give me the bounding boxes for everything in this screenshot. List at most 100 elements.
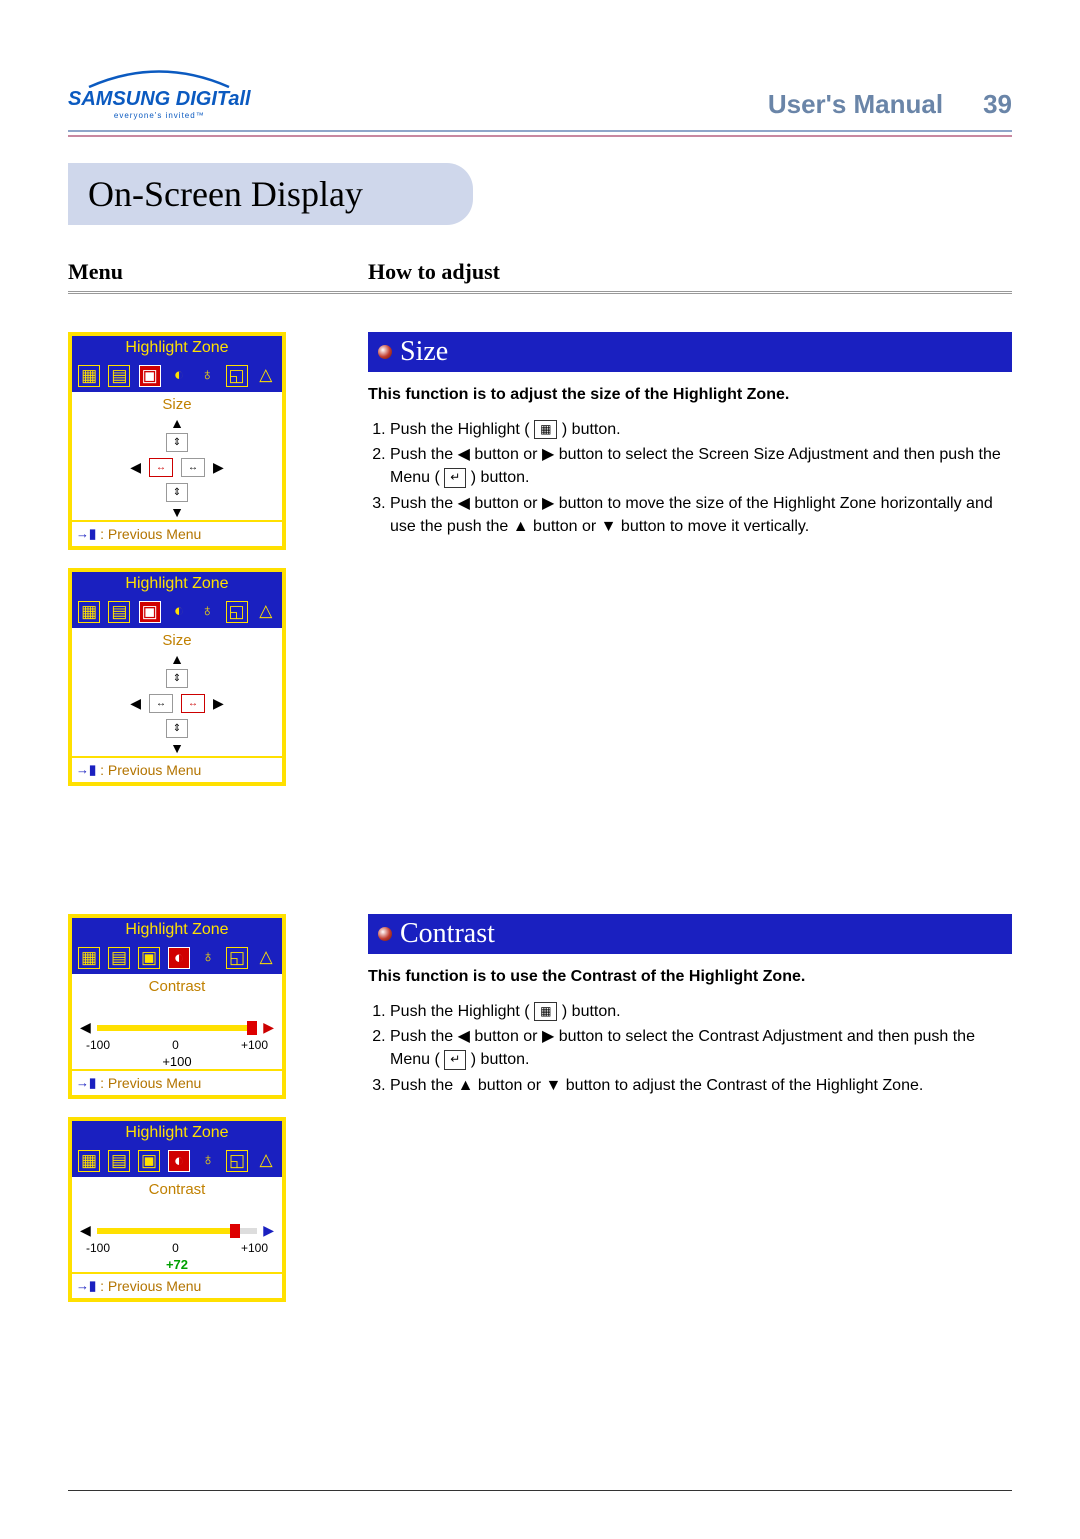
section-title: On-Screen Display	[88, 174, 363, 214]
logo-tagline: everyone's invited™	[114, 111, 205, 120]
highlight-button-icon: ▦	[534, 420, 557, 439]
v-size-icon: ⇕	[166, 669, 188, 688]
osd-footer: →▮ : Previous Menu	[72, 756, 282, 782]
manual-title: User's Manual	[768, 89, 943, 120]
scale-row: -100 0 +100	[76, 1239, 278, 1257]
v-size-icon-2: ⇕	[166, 719, 188, 738]
left-arrow-icon: ◀	[130, 695, 141, 712]
v-size-icon-2: ⇕	[166, 483, 188, 502]
osd-item-name: Contrast	[76, 1181, 278, 1198]
osd-icon-contrast: ◐	[168, 947, 190, 969]
right-arrow-icon: ▶	[263, 1019, 274, 1036]
osd-icon-2: ▤	[108, 1150, 130, 1172]
left-arrow-icon: ◀	[130, 459, 141, 476]
txt: ) button.	[471, 1051, 530, 1068]
scale-min: -100	[86, 1038, 110, 1052]
h-size-icon-2: ↔	[181, 458, 205, 477]
osd-contrast-2: Highlight Zone ▦ ▤ ▣ ◐ ♁ ◱ △ Contrast ◀	[68, 1117, 286, 1302]
logo-text: SAMSUNG DIGITall	[68, 88, 251, 111]
osd-item-name: Size	[76, 396, 278, 413]
how-size: Size This function is to adjust the size…	[368, 332, 1012, 804]
contrast-value: +100	[76, 1054, 278, 1069]
osd-body: Contrast ◀ ▶ -100 0 +100 +72	[72, 1177, 282, 1272]
osd-icon-6: ◱	[226, 1150, 248, 1172]
txt: Push the Highlight (	[390, 421, 530, 438]
size-step-2: Push the ◀ button or ▶ button to select …	[390, 443, 1012, 489]
size-step-3: Push the ◀ button or ▶ button to move th…	[390, 492, 1012, 538]
highlight-button-icon: ▦	[534, 1002, 557, 1021]
osd-icon-5: ♁	[197, 365, 217, 385]
up-arrow-icon: ▲	[170, 651, 184, 667]
osd-icon-1: ▦	[78, 947, 100, 969]
h-size-icon: ↔	[149, 694, 173, 713]
prev-menu-label: : Previous Menu	[100, 762, 201, 778]
exit-icon: →▮	[76, 526, 96, 542]
osd-icon-5: ♁	[198, 1150, 218, 1170]
osd-icon-contrast: ◐	[168, 1150, 190, 1172]
columns-header: Menu How to adjust	[68, 259, 1012, 294]
osd-icon-6: ◱	[226, 365, 248, 387]
txt: ) button.	[562, 421, 621, 438]
prev-menu-label: : Previous Menu	[100, 1278, 201, 1294]
osd-title: Highlight Zone	[72, 918, 282, 942]
osd-icon-7: △	[256, 947, 276, 967]
scale-row: -100 0 +100	[76, 1036, 278, 1054]
manual-page: SAMSUNG DIGITall everyone's invited™ Use…	[0, 0, 1080, 1539]
exit-icon: →▮	[76, 1075, 96, 1091]
exit-icon: →▮	[76, 762, 96, 778]
osd-icon-contrast: ◐	[169, 365, 189, 385]
osd-icon-size: ▣	[138, 1150, 160, 1172]
h-size-icon-2: ↔	[181, 694, 205, 713]
contrast-steps: Push the Highlight ( ▦ ) button. Push th…	[368, 1000, 1012, 1097]
section-banner: On-Screen Display	[68, 163, 473, 225]
contrast-intro: This function is to use the Contrast of …	[368, 968, 1012, 986]
osd-icon-row: ▦ ▤ ▣ ◐ ♁ ◱ △	[72, 1145, 282, 1177]
brand-logo: SAMSUNG DIGITall everyone's invited™	[68, 70, 251, 120]
osd-icon-7: △	[256, 601, 276, 621]
txt: Push the Highlight (	[390, 1003, 530, 1020]
osd-icon-size: ▣	[139, 601, 161, 623]
osd-icon-contrast: ◐	[169, 601, 189, 621]
osd-item-name: Size	[76, 632, 278, 649]
menu-button-icon: ↵	[444, 1050, 466, 1069]
osd-icon-5: ♁	[198, 947, 218, 967]
down-arrow-icon: ▼	[170, 504, 184, 520]
osd-title: Highlight Zone	[72, 572, 282, 596]
left-arrow-icon: ◀	[80, 1019, 91, 1036]
osd-title: Highlight Zone	[72, 336, 282, 360]
h-size-icon: ↔	[149, 458, 173, 477]
topic-size-bar: Size	[368, 332, 1012, 372]
size-step-1: Push the Highlight ( ▦ ) button.	[390, 418, 1012, 441]
contrast-slider: ◀ ▶	[76, 1222, 278, 1239]
col-how-heading: How to adjust	[368, 259, 500, 285]
osd-icon-size: ▣	[139, 365, 161, 387]
contrast-step-3: Push the ▲ button or ▼ button to adjust …	[390, 1074, 1012, 1097]
prev-menu-label: : Previous Menu	[100, 526, 201, 542]
scale-mid: 0	[172, 1241, 179, 1255]
osd-icon-6: ◱	[226, 947, 248, 969]
osd-icon-1: ▦	[78, 1150, 100, 1172]
txt: ) button.	[471, 469, 530, 486]
osd-body: Contrast ◀ ▶ -100 0 +100 +100	[72, 974, 282, 1069]
osd-icon-2: ▤	[108, 947, 130, 969]
size-intro: This function is to adjust the size of t…	[368, 386, 1012, 404]
contrast-value: +72	[166, 1257, 188, 1272]
osd-icon-row: ▦ ▤ ▣ ◐ ♁ ◱ △	[72, 360, 282, 392]
txt: ) button.	[562, 1003, 621, 1020]
menu-button-icon: ↵	[444, 468, 466, 487]
osd-icon-2: ▤	[108, 601, 130, 623]
osd-icon-size: ▣	[138, 947, 160, 969]
osd-body: Size ▲ ⇕ ◀ ↔ ↔ ▶ ⇕ ▼	[72, 392, 282, 520]
page-header: SAMSUNG DIGITall everyone's invited™ Use…	[68, 70, 1012, 120]
down-arrow-icon: ▼	[170, 740, 184, 756]
osd-icon-row: ▦ ▤ ▣ ◐ ♁ ◱ △	[72, 942, 282, 974]
up-arrow-icon: ▲	[170, 415, 184, 431]
how-contrast: Contrast This function is to use the Con…	[368, 914, 1012, 1320]
menu-size-screens: Highlight Zone ▦ ▤ ▣ ◐ ♁ ◱ △ Size ▲ ⇕	[68, 332, 368, 804]
page-number: 39	[943, 89, 1012, 120]
right-arrow-icon: ▶	[213, 459, 224, 476]
osd-icon-7: △	[256, 365, 276, 385]
right-arrow-icon: ▶	[263, 1222, 274, 1239]
osd-footer: →▮ : Previous Menu	[72, 1069, 282, 1095]
left-arrow-icon: ◀	[80, 1222, 91, 1239]
